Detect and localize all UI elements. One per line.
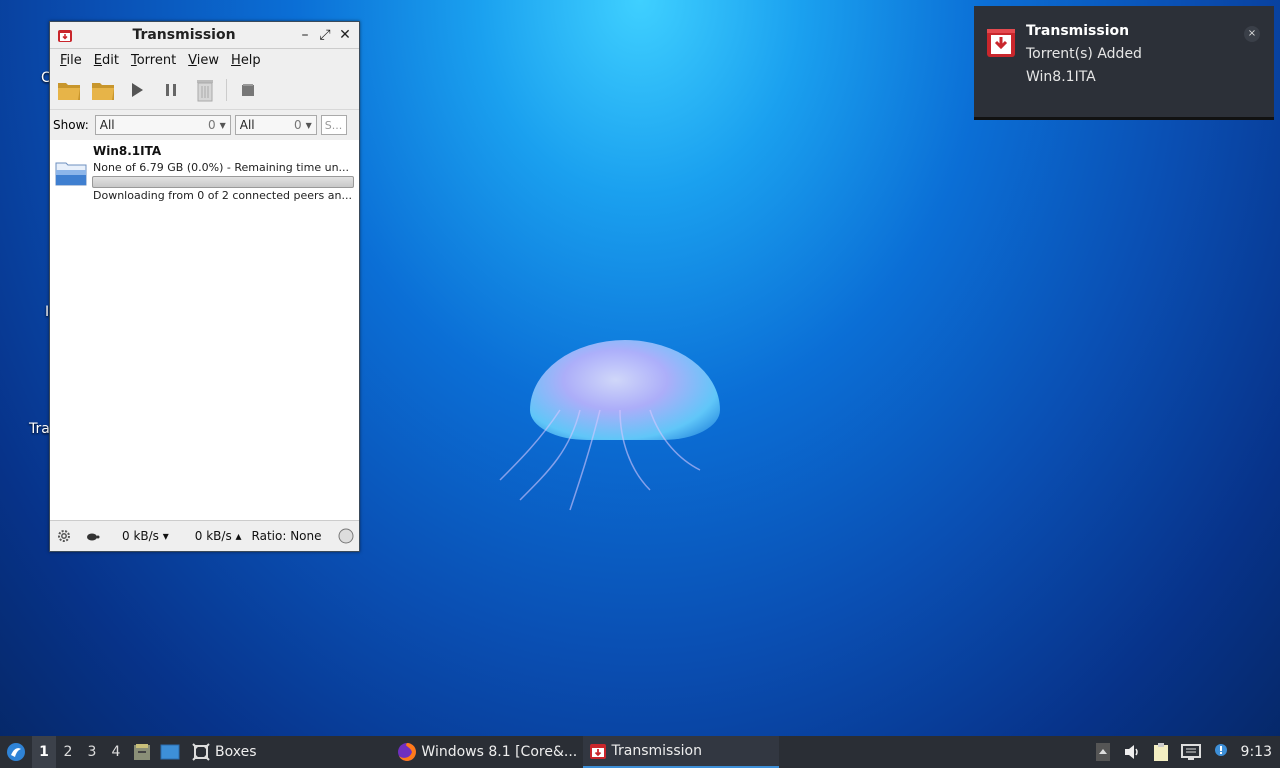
upload-speed[interactable]: 0 kB/s ▴ [195,529,242,543]
firefox-icon [397,743,416,761]
system-tray: 9:13 [1095,742,1280,762]
pause-button[interactable] [158,77,184,103]
preferences-button[interactable] [56,528,74,544]
pause-icon [166,84,176,96]
clock[interactable]: 9:13 [1241,744,1272,760]
start-icon [132,83,143,97]
task-label: Transmission [611,743,702,759]
remove-button[interactable] [192,77,218,103]
ratio-toggle-button[interactable] [338,528,354,544]
tracker-filter-count: 0 [293,118,302,132]
file-manager-icon [134,744,150,760]
menu-help[interactable]: Help [225,53,267,68]
show-label: Show: [53,118,89,132]
boxes-icon [192,743,210,761]
maximize-button[interactable]: ⤢ [315,27,335,43]
clipboard-icon [1153,743,1168,761]
task-boxes[interactable]: Boxes [186,736,263,768]
torrent-list: Win8.1ITA None of 6.79 GB (0.0%) - Remai… [50,140,359,521]
minimize-button[interactable]: – [295,27,315,43]
torrent-status-text: Downloading from 0 of 2 connected peers … [93,189,352,202]
desktop-icon [160,744,180,760]
tracker-filter-combo[interactable]: All 0 ▼ [234,115,317,135]
workspace-3[interactable]: 3 [80,744,104,760]
toolbar-separator [226,79,227,101]
properties-icon [242,84,254,96]
info-icon [1214,744,1227,756]
volume-button[interactable] [1123,744,1141,760]
notification-popup[interactable]: Transmission Torrent(s) Added Win8.1ITA … [974,6,1274,120]
transmission-window: Transmission – ⤢ ✕ File Edit Torrent Vie… [49,21,360,552]
lubuntu-logo-icon [7,743,25,761]
activity-filter-combo[interactable]: All 0 ▼ [94,115,231,135]
taskbar: 1 2 3 4 Boxes Windows 8.1 [Core&... Tran… [0,736,1280,768]
menubar: File Edit Torrent View Help [50,49,359,71]
notification-close-button[interactable]: × [1244,26,1260,42]
properties-button[interactable] [235,77,261,103]
ratio-icon [338,528,354,544]
network-button[interactable] [1180,743,1201,761]
tray-expand-button[interactable] [1095,742,1111,762]
chevron-up-icon [1095,743,1110,761]
window-titlebar[interactable]: Transmission – ⤢ ✕ [50,22,359,49]
close-button[interactable]: ✕ [335,27,355,43]
turtle-mode-button[interactable] [84,530,102,542]
torrent-progress-text: None of 6.79 GB (0.0%) - Remaining time … [93,161,350,174]
update-notifier-button[interactable] [1213,743,1229,761]
transmission-icon [589,744,606,759]
workspace-1[interactable]: 1 [32,736,56,768]
transmission-icon [58,30,72,42]
menu-torrent[interactable]: Torrent [125,53,182,68]
tracker-filter-value: All [239,118,255,132]
chevron-down-icon: ▼ [305,120,312,130]
open-url-button[interactable] [90,77,116,103]
chevron-down-icon: ▼ [219,120,226,130]
ratio-text[interactable]: Ratio: None [252,529,322,543]
speaker-icon [1124,745,1138,759]
task-label: Windows 8.1 [Core&... [421,744,577,760]
gear-icon [58,530,70,542]
transmission-icon [987,29,1015,57]
notification-summary: Torrent(s) Added [1026,46,1142,62]
remove-icon [197,80,213,102]
wallpaper-tentacles [499,409,701,511]
statusbar: 0 kB/s ▾ 0 kB/s ▴ Ratio: None [50,520,359,551]
activity-filter-value: All [99,118,115,132]
task-firefox[interactable]: Windows 8.1 [Core&... [391,736,583,768]
task-transmission[interactable]: Transmission [582,736,779,768]
start-button[interactable] [124,77,150,103]
folder-icon [55,162,87,186]
torrent-progress-bar [92,176,354,188]
activity-filter-count: 0 [207,118,216,132]
file-manager-launcher[interactable] [128,736,156,768]
notification-app-name: Transmission [1026,23,1130,39]
open-url-icon [92,83,114,100]
desktop-icon-label[interactable]: Tra [29,421,50,437]
filterbar: Show: All 0 ▼ All 0 ▼ S... [50,110,359,141]
window-title: Transmission [132,27,236,43]
torrent-row[interactable]: Win8.1ITA None of 6.79 GB (0.0%) - Remai… [50,140,359,202]
workspace-2[interactable]: 2 [56,744,80,760]
workspace-4[interactable]: 4 [104,744,128,760]
open-button[interactable] [56,77,82,103]
task-label: Boxes [215,744,257,760]
clipboard-button[interactable] [1153,742,1169,762]
download-speed[interactable]: 0 kB/s ▾ [122,529,169,543]
search-input[interactable]: S... [320,115,347,135]
menu-file[interactable]: File [54,53,88,68]
menu-view[interactable]: View [182,53,225,68]
notification-body: Win8.1ITA [1026,69,1096,85]
network-icon [1180,744,1201,760]
menu-edit[interactable]: Edit [88,53,125,68]
start-menu-button[interactable] [0,736,32,768]
toolbar [50,71,359,110]
open-icon [58,83,80,100]
torrent-name: Win8.1ITA [93,144,162,158]
turtle-icon [87,533,100,541]
show-desktop-button[interactable] [156,736,184,768]
